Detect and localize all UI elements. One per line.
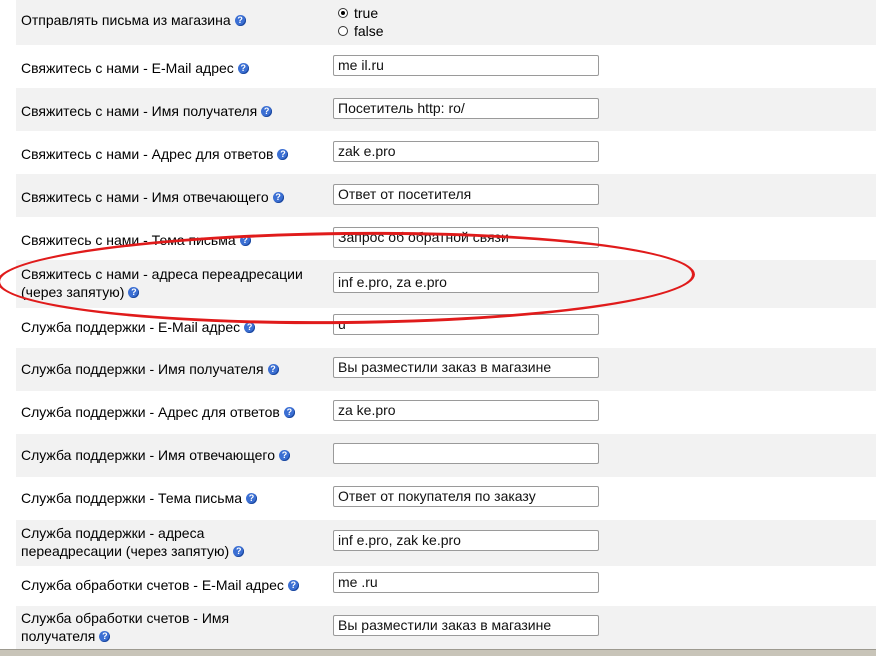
- label-text: Свяжитесь с нами - Имя отвечающего: [21, 189, 269, 205]
- radio-button[interactable]: [338, 26, 348, 36]
- help-icon[interactable]: ?: [244, 322, 256, 333]
- text-input[interactable]: Посетитель http: ro/: [333, 98, 599, 119]
- label-text: Служба поддержки - адреса переадресации …: [21, 525, 230, 559]
- row-label: Свяжитесь с нами - Адрес для ответов?: [21, 145, 321, 163]
- row-label: Служба поддержки - Адрес для ответов?: [21, 403, 321, 421]
- label-text: Служба обработки счетов - E-Mail адрес: [21, 577, 284, 593]
- row-label: Свяжитесь с нами - Имя получателя?: [21, 102, 321, 120]
- setting-row: Служба поддержки - Адрес для ответов? za…: [16, 391, 876, 434]
- row-label: Служба поддержки - Имя отвечающего?: [21, 446, 321, 464]
- setting-row: Свяжитесь с нами - E-Mail адрес? me il.r…: [16, 45, 876, 88]
- radio-option-false[interactable]: false: [338, 23, 384, 39]
- radio-label: false: [354, 23, 384, 39]
- setting-row: Свяжитесь с нами - адреса переадресации …: [16, 260, 876, 308]
- text-input[interactable]: inf e.pro, zak ke.pro: [333, 530, 599, 551]
- row-label: Служба обработки счетов - E-Mail адрес?: [21, 576, 321, 594]
- label-text: Служба обработки счетов - Имя получателя: [21, 610, 230, 644]
- text-input[interactable]: Вы разместили заказ в магазине: [333, 615, 599, 636]
- row-label: Свяжитесь с нами - адреса переадресации …: [21, 265, 311, 301]
- setting-row: Служба поддержки - Имя отвечающего?: [16, 434, 876, 477]
- help-icon[interactable]: ?: [233, 546, 245, 557]
- help-icon[interactable]: ?: [246, 493, 258, 504]
- help-icon[interactable]: ?: [287, 580, 299, 591]
- help-icon[interactable]: ?: [234, 15, 246, 26]
- setting-row: Свяжитесь с нами - Имя получателя? Посет…: [16, 88, 876, 131]
- setting-row: Служба обработки счетов - E-Mail адрес? …: [16, 566, 876, 606]
- row-send-emails: Отправлять письма из магазина? true fals…: [16, 0, 876, 45]
- label-text: Свяжитесь с нами - Адрес для ответов: [21, 146, 274, 162]
- help-icon[interactable]: ?: [237, 63, 249, 74]
- text-input[interactable]: me .ru: [333, 572, 599, 593]
- label-text: Служба поддержки - Имя отвечающего: [21, 447, 276, 463]
- text-input[interactable]: Запрос об обратной связи: [333, 227, 599, 248]
- row-label: Служба поддержки - Тема письма?: [21, 489, 321, 507]
- help-icon[interactable]: ?: [239, 235, 251, 246]
- help-icon[interactable]: ?: [277, 149, 289, 160]
- radio-button-checked[interactable]: [338, 8, 348, 18]
- label-text: Свяжитесь с нами - Тема письма: [21, 232, 236, 248]
- help-icon[interactable]: ?: [261, 106, 273, 117]
- setting-row: Служба поддержки - адреса переадресации …: [16, 520, 876, 566]
- help-icon[interactable]: ?: [128, 287, 140, 298]
- help-icon[interactable]: ?: [283, 407, 295, 418]
- text-input[interactable]: u: [333, 314, 599, 335]
- label-text: Служба поддержки - E-Mail адрес: [21, 319, 241, 335]
- setting-row: Служба поддержки - Тема письма? Ответ от…: [16, 477, 876, 520]
- text-input[interactable]: [333, 443, 599, 464]
- label-text: Свяжитесь с нами - адреса переадресации …: [21, 266, 303, 300]
- text-input[interactable]: za ke.pro: [333, 400, 599, 421]
- setting-row: Свяжитесь с нами - Тема письма? Запрос о…: [16, 217, 876, 260]
- label-text: Служба поддержки - Имя получателя: [21, 361, 264, 377]
- row-label: Служба поддержки - Имя получателя?: [21, 360, 321, 378]
- text-input[interactable]: Ответ от покупателя по заказу: [333, 486, 599, 507]
- help-icon[interactable]: ?: [272, 192, 284, 203]
- text-input[interactable]: inf e.pro, za e.pro: [333, 272, 599, 293]
- label-text: Свяжитесь с нами - Имя получателя: [21, 103, 258, 119]
- row-label: Служба обработки счетов - Имя получателя…: [21, 609, 261, 645]
- row-label: Служба поддержки - адреса переадресации …: [21, 524, 251, 560]
- label-text: Служба поддержки - Тема письма: [21, 490, 243, 506]
- setting-row: Служба поддержки - Имя получателя? Вы ра…: [16, 348, 876, 391]
- help-icon[interactable]: ?: [99, 631, 111, 642]
- radio-label: true: [354, 5, 379, 21]
- text-input[interactable]: zak e.pro: [333, 141, 599, 162]
- label-text: Отправлять письма из магазина: [21, 12, 231, 28]
- help-icon[interactable]: ?: [267, 364, 279, 375]
- text-input[interactable]: me il.ru: [333, 55, 599, 76]
- label-text: Свяжитесь с нами - E-Mail адрес: [21, 60, 234, 76]
- setting-row: Свяжитесь с нами - Адрес для ответов? za…: [16, 131, 876, 174]
- text-input[interactable]: Вы разместили заказ в магазине: [333, 357, 599, 378]
- text-input[interactable]: Ответ от посетителя: [333, 184, 599, 205]
- row-label: Служба поддержки - E-Mail адрес?: [21, 318, 321, 336]
- row-label: Отправлять письма из магазина?: [21, 11, 321, 29]
- setting-row: Свяжитесь с нами - Имя отвечающего? Отве…: [16, 174, 876, 217]
- help-icon[interactable]: ?: [279, 450, 291, 461]
- setting-row: Служба обработки счетов - Имя получателя…: [16, 606, 876, 649]
- row-label: Свяжитесь с нами - Тема письма?: [21, 231, 321, 249]
- radio-option-true[interactable]: true: [338, 5, 378, 21]
- row-label: Свяжитесь с нами - E-Mail адрес?: [21, 59, 321, 77]
- label-text: Служба поддержки - Адрес для ответов: [21, 404, 280, 420]
- setting-row: Служба поддержки - E-Mail адрес? u: [16, 308, 876, 348]
- row-label: Свяжитесь с нами - Имя отвечающего?: [21, 188, 321, 206]
